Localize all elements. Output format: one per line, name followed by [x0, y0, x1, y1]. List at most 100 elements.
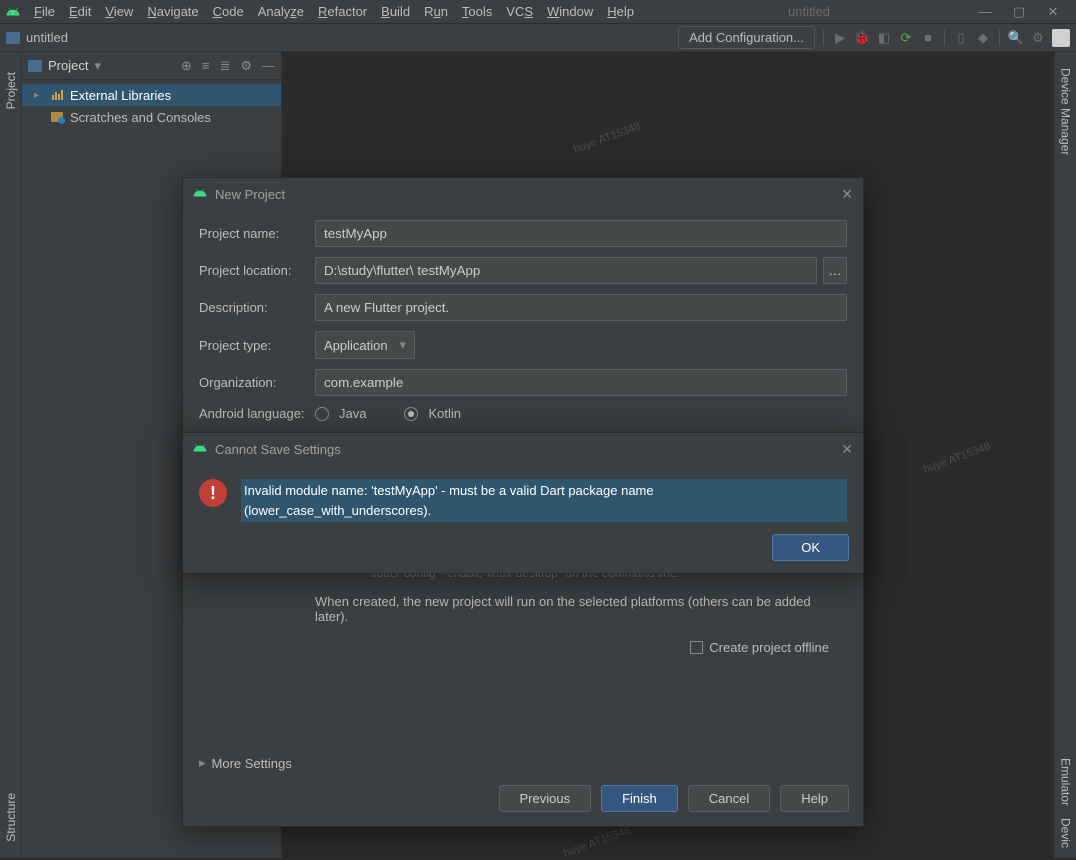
toolbar: untitled Add Configuration... ▶ 🐞 ◧ ⟳ ■ …: [0, 24, 1076, 52]
android-logo-icon: [193, 441, 207, 458]
run-icon[interactable]: ▶: [832, 30, 848, 46]
offline-label: Create project offline: [709, 640, 829, 655]
maximize-button[interactable]: ▢: [1012, 4, 1026, 20]
more-settings-toggle[interactable]: ▸ More Settings: [183, 735, 863, 785]
menu-edit[interactable]: Edit: [63, 2, 97, 21]
description-input[interactable]: [315, 294, 847, 321]
watermark: huye AT15348: [922, 440, 992, 475]
select-value: Application: [324, 338, 388, 353]
sidebar-header: Project ▾ ⊕ ≡ ≣ ⚙ —: [22, 52, 281, 80]
dialog-title: New Project: [215, 187, 285, 202]
window-controls: — ▢ ✕: [978, 4, 1070, 20]
close-icon[interactable]: ✕: [841, 186, 853, 203]
error-dialog-title: Cannot Save Settings: [215, 442, 341, 457]
avd-icon[interactable]: ◆: [975, 30, 991, 46]
browse-button[interactable]: …: [823, 257, 847, 284]
editor-area: huye AT15348 huye AT15348 huye AT15348 N…: [282, 52, 1054, 858]
add-configuration-button[interactable]: Add Configuration...: [678, 26, 815, 49]
project-icon: [6, 32, 20, 44]
dialog-titlebar: New Project ✕: [183, 178, 863, 210]
hide-icon[interactable]: —: [262, 58, 275, 74]
minimize-button[interactable]: —: [978, 4, 992, 20]
cannot-save-dialog: Cannot Save Settings ✕ ! Invalid module …: [182, 432, 864, 574]
coverage-icon[interactable]: ◧: [876, 30, 892, 46]
previous-button[interactable]: Previous: [499, 785, 592, 812]
error-dialog-titlebar: Cannot Save Settings ✕: [183, 433, 863, 465]
organization-input[interactable]: [315, 369, 847, 396]
project-view-icon: [28, 60, 42, 72]
android-logo-icon: [193, 186, 207, 203]
finish-button[interactable]: Finish: [601, 785, 678, 812]
tab-structure[interactable]: Structure: [2, 787, 20, 848]
sidebar-title[interactable]: Project: [48, 58, 88, 73]
sidebar-settings-icon[interactable]: ⚙: [240, 58, 252, 74]
chevron-right-icon: ▸: [34, 90, 44, 101]
chevron-right-icon: ▸: [199, 755, 206, 771]
project-type-select[interactable]: Application ▾: [315, 331, 415, 359]
menu-window[interactable]: Window: [541, 2, 599, 21]
menu-view[interactable]: View: [99, 2, 139, 21]
menu-code[interactable]: Code: [207, 2, 250, 21]
tab-project[interactable]: Project: [2, 66, 20, 115]
cancel-button[interactable]: Cancel: [688, 785, 770, 812]
android-logo-icon: [6, 5, 20, 19]
window-title: untitled: [642, 4, 976, 19]
menu-tools[interactable]: Tools: [456, 2, 498, 21]
dropdown-icon[interactable]: ▾: [94, 58, 101, 74]
expand-icon[interactable]: ≡: [202, 58, 210, 74]
help-button[interactable]: Help: [780, 785, 849, 812]
watermark: huye AT15348: [562, 824, 632, 859]
libraries-icon: [50, 88, 64, 102]
menu-analyze[interactable]: Analyze: [252, 2, 310, 21]
left-gutter: Project Structure: [0, 52, 22, 858]
right-gutter: Device Manager Emulator Devic: [1054, 52, 1076, 858]
tab-emulator[interactable]: Emulator: [1057, 752, 1075, 812]
stop-icon[interactable]: ■: [920, 30, 936, 46]
locate-icon[interactable]: ⊕: [181, 58, 192, 74]
chevron-down-icon: ▾: [399, 337, 406, 353]
project-name-input[interactable]: [315, 220, 847, 247]
main: Project Structure Project ▾ ⊕ ≡ ≣ ⚙ — ▸ …: [0, 52, 1076, 858]
label-project-type: Project type:: [199, 338, 315, 353]
label-organization: Organization:: [199, 375, 315, 390]
scratches-icon: [50, 110, 64, 124]
project-location-input[interactable]: [315, 257, 817, 284]
close-button[interactable]: ✕: [1046, 4, 1060, 20]
radio-kotlin-label: Kotlin: [428, 406, 461, 421]
label-project-location: Project location:: [199, 263, 315, 278]
menu-navigate[interactable]: Navigate: [141, 2, 204, 21]
menu-refactor[interactable]: Refactor: [312, 2, 373, 21]
more-settings-label: More Settings: [212, 756, 292, 771]
radio-java[interactable]: [315, 407, 329, 421]
offline-checkbox[interactable]: [690, 641, 703, 654]
search-icon[interactable]: 🔍: [1008, 30, 1024, 46]
close-icon[interactable]: ✕: [841, 441, 853, 458]
menu-build[interactable]: Build: [375, 2, 416, 21]
profile-icon[interactable]: ⟳: [898, 30, 914, 46]
error-icon: !: [199, 479, 227, 507]
ok-button[interactable]: OK: [772, 534, 849, 561]
tab-device-manager[interactable]: Device Manager: [1057, 62, 1075, 161]
menu-run[interactable]: Run: [418, 2, 454, 21]
tree-external-libraries[interactable]: ▸ External Libraries: [22, 84, 281, 106]
tree-item-label: Scratches and Consoles: [70, 110, 211, 125]
radio-java-label: Java: [339, 406, 366, 421]
device-icon[interactable]: ▯: [953, 30, 969, 46]
menu-help[interactable]: Help: [601, 2, 640, 21]
menu-file[interactable]: File: [28, 2, 61, 21]
tab-device[interactable]: Devic: [1057, 812, 1075, 854]
tree-scratches[interactable]: Scratches and Consoles: [22, 106, 281, 128]
user-avatar[interactable]: [1052, 29, 1070, 47]
settings-icon[interactable]: ⚙: [1030, 30, 1046, 46]
label-description: Description:: [199, 300, 315, 315]
debug-icon[interactable]: 🐞: [854, 30, 870, 46]
collapse-icon[interactable]: ≣: [219, 58, 230, 74]
project-title: untitled: [26, 30, 68, 45]
project-tree: ▸ External Libraries Scratches and Conso…: [22, 80, 281, 132]
radio-kotlin[interactable]: [404, 407, 418, 421]
error-message: Invalid module name: 'testMyApp' - must …: [241, 479, 847, 522]
dialog-buttons: Previous Finish Cancel Help: [183, 785, 863, 826]
watermark: huye AT15348: [572, 120, 642, 155]
menu-vcs[interactable]: VCS: [500, 2, 539, 21]
tree-item-label: External Libraries: [70, 88, 171, 103]
